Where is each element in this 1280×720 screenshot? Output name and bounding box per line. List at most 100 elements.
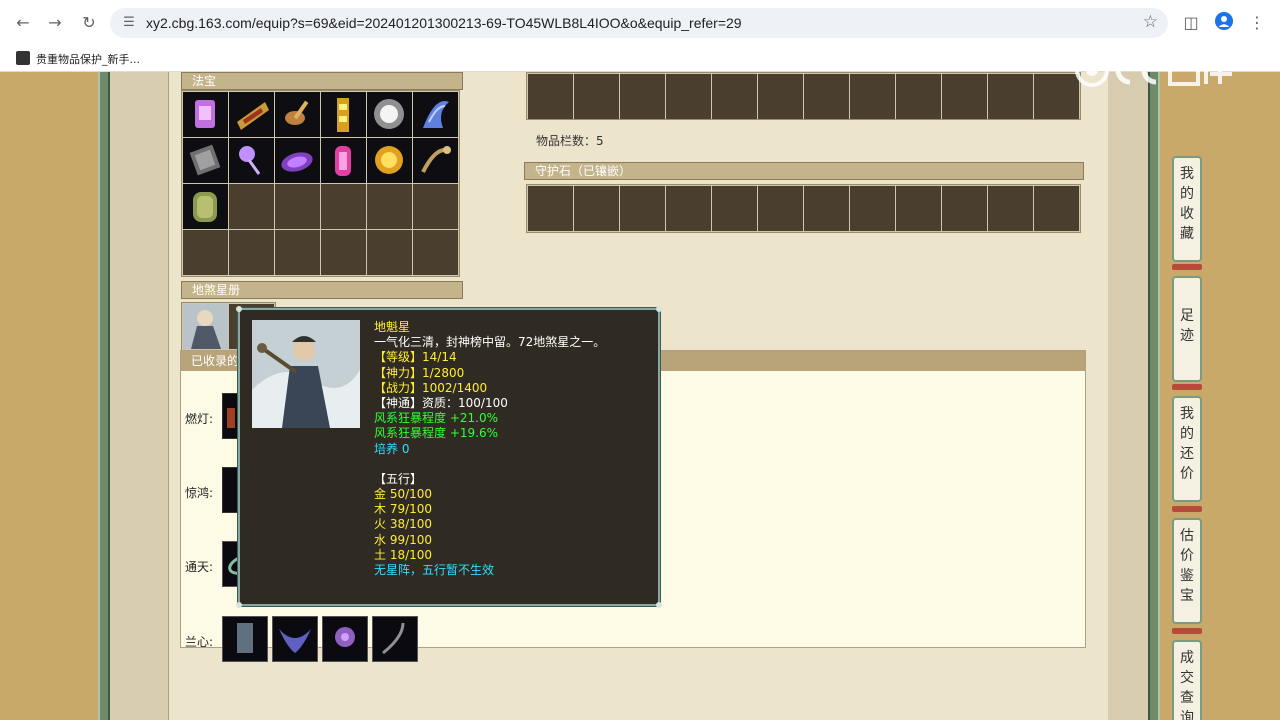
fabao-slot[interactable]: [183, 92, 228, 137]
reload-icon[interactable]: ↻: [78, 12, 100, 34]
item-slot[interactable]: [712, 74, 757, 119]
star-zhanli: 【战力】1002/1400: [374, 380, 488, 395]
fabao-slot-empty[interactable]: [183, 230, 228, 275]
wuxing-jin: 金 50/100: [374, 487, 433, 502]
star-shenli: 【神力】1/2800: [374, 365, 465, 380]
collected-item[interactable]: [322, 616, 368, 662]
fabao-slot-empty[interactable]: [229, 184, 274, 229]
item-slot[interactable]: [850, 74, 895, 119]
fabao-slot-empty[interactable]: [321, 184, 366, 229]
profile-icon[interactable]: [1213, 12, 1235, 34]
shouhu-slot[interactable]: [1034, 186, 1079, 231]
tooltip-corner: [656, 306, 662, 312]
tab-char: 我: [1180, 406, 1194, 422]
shouhu-slot[interactable]: [666, 186, 711, 231]
shouhu-slot[interactable]: [850, 186, 895, 231]
menu-icon[interactable]: ⋮: [1246, 12, 1268, 34]
item-slot[interactable]: [666, 74, 711, 119]
tab-char: 宝: [1180, 588, 1194, 604]
tab-connector: [1172, 264, 1202, 270]
browser-toolbar: ← → ↻ ☰ xy2.cbg.163.com/equip?s=69&eid=2…: [0, 0, 1280, 46]
fabao-slot[interactable]: [367, 138, 412, 183]
fabao-slot[interactable]: [229, 138, 274, 183]
fabao-slot-empty[interactable]: [413, 230, 458, 275]
tooltip-corner: [236, 602, 242, 608]
footprints-tab[interactable]: 足 迹: [1172, 276, 1202, 382]
tab-char: 我: [1180, 166, 1194, 182]
item-slot[interactable]: [804, 74, 849, 119]
shouhu-slot[interactable]: [988, 186, 1033, 231]
star-attr-1: 风系狂暴程度 +21.0%: [374, 411, 498, 426]
my-counter-offer-tab[interactable]: 我 的 还 价: [1172, 396, 1202, 502]
tab-char: 足: [1180, 308, 1194, 324]
shouhu-slot[interactable]: [574, 186, 619, 231]
item-slot[interactable]: [896, 74, 941, 119]
fabao-slot[interactable]: [183, 184, 228, 229]
item-count-label: 物品栏数：5: [536, 134, 604, 148]
tab-char: 成: [1180, 650, 1194, 666]
fabao-slot-empty[interactable]: [275, 184, 320, 229]
shouhu-slot[interactable]: [942, 186, 987, 231]
star-tooltip: 地魁星 一气化三清，封神榜中留。72地煞星之一。 【等级】14/14 【神力】1…: [236, 306, 662, 608]
tab-connector: [1172, 506, 1202, 512]
tab-char: 询: [1180, 710, 1194, 720]
fabao-slot[interactable]: [275, 92, 320, 137]
item-slot[interactable]: [574, 74, 619, 119]
fabao-slot[interactable]: [183, 138, 228, 183]
address-bar[interactable]: ☰ xy2.cbg.163.com/equip?s=69&eid=2024012…: [110, 8, 1168, 38]
fabao-slot[interactable]: [229, 92, 274, 137]
item-slot[interactable]: [942, 74, 987, 119]
fabao-slot-empty[interactable]: [229, 230, 274, 275]
fabao-slot[interactable]: [321, 92, 366, 137]
wuxing-title: 【五行】: [374, 471, 423, 486]
forward-icon[interactable]: →: [44, 12, 66, 34]
shouhu-slot[interactable]: [804, 186, 849, 231]
fabao-grid: [181, 90, 460, 277]
fabao-slot-empty[interactable]: [367, 230, 412, 275]
site-info-icon[interactable]: ☰: [120, 14, 138, 32]
item-slot[interactable]: [988, 74, 1033, 119]
disha-star-slot[interactable]: [183, 304, 228, 349]
fabao-slot-empty[interactable]: [413, 184, 458, 229]
shouhu-slot[interactable]: [528, 186, 573, 231]
collected-item[interactable]: [372, 616, 418, 662]
fabao-slot[interactable]: [275, 138, 320, 183]
tab-connector: [1172, 628, 1202, 634]
fabao-slot[interactable]: [413, 138, 458, 183]
wuxing-shui: 水 99/100: [374, 532, 433, 547]
tab-char: 迹: [1180, 328, 1194, 344]
shouhu-slot[interactable]: [896, 186, 941, 231]
tooltip-details: 地魁星 一气化三清，封神榜中留。72地煞星之一。 【等级】14/14 【神力】1…: [374, 320, 654, 578]
row-label-randeng: 燃灯:: [185, 412, 214, 426]
star-name: 地魁星: [374, 320, 411, 334]
sidebar-toggle-icon[interactable]: ◫: [1180, 12, 1202, 34]
back-icon[interactable]: ←: [12, 12, 34, 34]
my-favorites-tab[interactable]: 我 的 收 藏: [1172, 156, 1202, 262]
appraisal-tab[interactable]: 估 价 鉴 宝: [1172, 518, 1202, 624]
shouhu-slot[interactable]: [758, 186, 803, 231]
fabao-slot-empty[interactable]: [367, 184, 412, 229]
fabao-slot[interactable]: [367, 92, 412, 137]
collected-item[interactable]: [272, 616, 318, 662]
fabao-slot[interactable]: [413, 92, 458, 137]
right-frame: [1148, 72, 1160, 720]
item-slot[interactable]: [528, 74, 573, 119]
shouhu-slot[interactable]: [620, 186, 665, 231]
bookmark-star-icon[interactable]: ☆: [1143, 12, 1158, 32]
fabao-slot[interactable]: [321, 138, 366, 183]
tab-char: 鉴: [1180, 568, 1194, 584]
tab-char: 的: [1180, 426, 1194, 442]
bookmark-item[interactable]: 贵重物品保护_新手...: [36, 51, 140, 67]
deal-query-tab[interactable]: 成 交 查 询: [1172, 640, 1202, 720]
url-text[interactable]: xy2.cbg.163.com/equip?s=69&eid=202401201…: [146, 15, 742, 31]
item-slot[interactable]: [758, 74, 803, 119]
shouhu-slot[interactable]: [712, 186, 757, 231]
collected-item[interactable]: [222, 616, 268, 662]
tab-char: 藏: [1180, 226, 1194, 242]
row-label-tongtian: 通天:: [185, 560, 214, 574]
item-slot[interactable]: [620, 74, 665, 119]
fabao-slot-empty[interactable]: [275, 230, 320, 275]
tab-char: 查: [1180, 690, 1194, 706]
fabao-slot-empty[interactable]: [321, 230, 366, 275]
character-portrait: [252, 320, 360, 428]
